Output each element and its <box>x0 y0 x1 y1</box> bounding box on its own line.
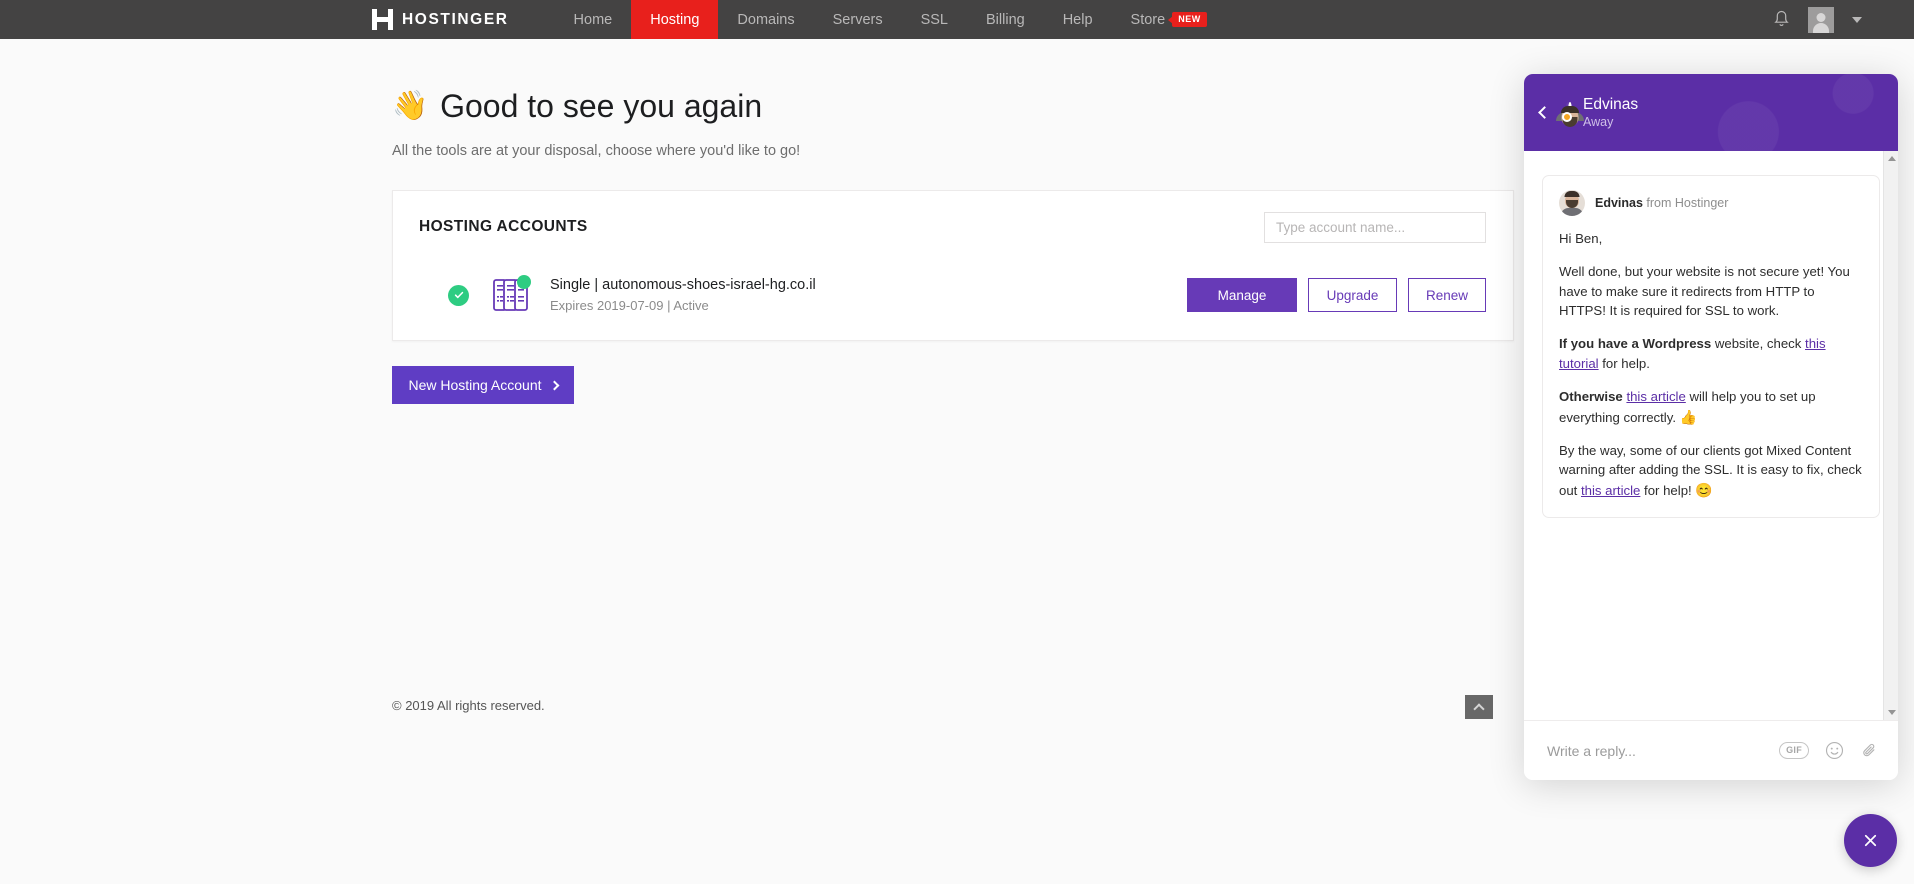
hostinger-logo[interactable]: HOSTINGER <box>372 0 555 39</box>
agent-name-block: Edvinas Away <box>1583 96 1638 130</box>
account-actions: Manage Upgrade Renew <box>1187 278 1486 312</box>
message-sender-suffix: from Hostinger <box>1646 196 1729 210</box>
chat-scrollbar[interactable] <box>1883 151 1898 720</box>
avatar[interactable] <box>1808 6 1834 33</box>
chat-message: Edvinas from Hostinger Hi Ben, Well done… <box>1542 175 1880 519</box>
this-article-link-2[interactable]: this article <box>1581 483 1640 498</box>
hosting-account-row: Single | autonomous-shoes-israel-hg.co.i… <box>393 263 1513 340</box>
new-hosting-account-button[interactable]: New Hosting Account <box>392 366 574 404</box>
nav-item-servers[interactable]: Servers <box>814 0 902 39</box>
store-new-badge: NEW <box>1172 12 1207 27</box>
chat-widget: Edvinas Away Edvinas from Hostinger Hi B… <box>1524 74 1898 780</box>
brand-name: HOSTINGER <box>402 10 509 28</box>
chevron-down-icon[interactable] <box>1852 16 1862 23</box>
nav-item-home[interactable]: Home <box>555 0 632 39</box>
chat-reply-bar: GIF <box>1524 720 1898 780</box>
chat-header: Edvinas Away <box>1524 74 1898 151</box>
message-paragraph-4: Otherwise this article will help you to … <box>1559 387 1863 428</box>
reply-input[interactable] <box>1545 741 1780 760</box>
close-icon <box>1864 834 1877 847</box>
scrollbar-down-arrow[interactable] <box>1884 705 1898 720</box>
chat-agent-info: Edvinas Away <box>1556 96 1638 130</box>
card-title: HOSTING ACCOUNTS <box>419 218 588 235</box>
message-sender: Edvinas from Hostinger <box>1595 196 1728 210</box>
hosting-plan-icon <box>488 272 534 318</box>
scrollbar-up-arrow[interactable] <box>1884 151 1898 166</box>
manage-button[interactable]: Manage <box>1187 278 1297 312</box>
nav-item-domains[interactable]: Domains <box>718 0 813 39</box>
message-header: Edvinas from Hostinger <box>1559 190 1863 216</box>
page-title-text: Good to see you again <box>440 88 763 124</box>
message-paragraph-5: By the way, some of our clients got Mixe… <box>1559 441 1863 502</box>
chevron-right-icon <box>549 380 559 390</box>
p3-mid-text: website, check <box>1711 336 1806 352</box>
p4-bold-text: Otherwise <box>1559 388 1623 404</box>
message-paragraph-2: Well done, but your website is not secur… <box>1559 263 1850 319</box>
agent-name: Edvinas <box>1583 95 1639 113</box>
hostinger-mark-icon <box>372 9 393 30</box>
scrollbar-thumb[interactable] <box>1885 166 1898 596</box>
renew-button[interactable]: Renew <box>1408 278 1486 312</box>
nav-items-group: HOSTINGER Home Hosting Domains Servers S… <box>372 0 1226 39</box>
card-header: HOSTING ACCOUNTS <box>393 191 1513 263</box>
nav-item-hosting[interactable]: Hosting <box>631 0 719 39</box>
account-meta: Expires 2019-07-09 | Active <box>550 298 709 313</box>
p3-end-text: for help. <box>1598 355 1650 371</box>
reply-tools: GIF <box>1779 741 1879 760</box>
p3-bold-text: If you have a Wordpress <box>1559 336 1712 352</box>
check-circle-icon <box>448 284 469 306</box>
waving-hand-icon: 👋 <box>392 90 429 122</box>
user-avatar-icon <box>1810 11 1832 33</box>
nav-item-ssl[interactable]: SSL <box>902 0 967 39</box>
paperclip-icon[interactable] <box>1860 741 1879 760</box>
nav-right-group <box>1773 0 1914 39</box>
hosting-accounts-card: HOSTING ACCOUNTS Type account name... Si… <box>392 190 1514 341</box>
upgrade-button[interactable]: Upgrade <box>1308 278 1397 312</box>
scroll-to-top-button[interactable] <box>1465 695 1493 719</box>
account-info: Single | autonomous-shoes-israel-hg.co.i… <box>550 277 1187 313</box>
chevron-up-icon <box>1473 702 1485 715</box>
search-input[interactable] <box>1264 211 1486 243</box>
message-sender-name: Edvinas <box>1595 196 1643 210</box>
this-article-link-1[interactable]: this article <box>1626 389 1685 404</box>
chevron-left-icon <box>1538 106 1551 119</box>
account-name: Single | autonomous-shoes-israel-hg.co.i… <box>550 277 816 293</box>
bell-icon[interactable] <box>1773 10 1790 29</box>
smiling-face-icon: 😊 <box>1695 482 1713 499</box>
away-status-dot <box>1562 111 1572 122</box>
agent-status: Away <box>1583 115 1614 130</box>
agent-avatar-wrap <box>1556 101 1584 127</box>
nav-item-store[interactable]: Store NEW <box>1112 0 1226 39</box>
message-avatar <box>1559 190 1585 216</box>
message-paragraph-1: Hi Ben, <box>1559 231 1603 246</box>
nav-item-help[interactable]: Help <box>1044 0 1112 39</box>
chat-messages-area: Edvinas from Hostinger Hi Ben, Well done… <box>1524 151 1898 720</box>
p5-end-text: for help! <box>1640 483 1692 499</box>
footer-copyright: © 2019 All rights reserved. <box>392 698 545 713</box>
nav-item-store-label: Store <box>1130 11 1166 28</box>
smiley-icon[interactable] <box>1825 741 1844 760</box>
thumbs-up-icon: 👍 <box>1679 408 1698 425</box>
message-paragraph-3: If you have a Wordpress website, check t… <box>1559 334 1863 374</box>
top-navigation-bar: HOSTINGER Home Hosting Domains Servers S… <box>0 0 1914 39</box>
chat-close-button[interactable] <box>1844 814 1897 867</box>
gif-button[interactable]: GIF <box>1779 742 1809 759</box>
new-hosting-account-label: New Hosting Account <box>408 377 542 393</box>
nav-item-billing[interactable]: Billing <box>967 0 1044 39</box>
